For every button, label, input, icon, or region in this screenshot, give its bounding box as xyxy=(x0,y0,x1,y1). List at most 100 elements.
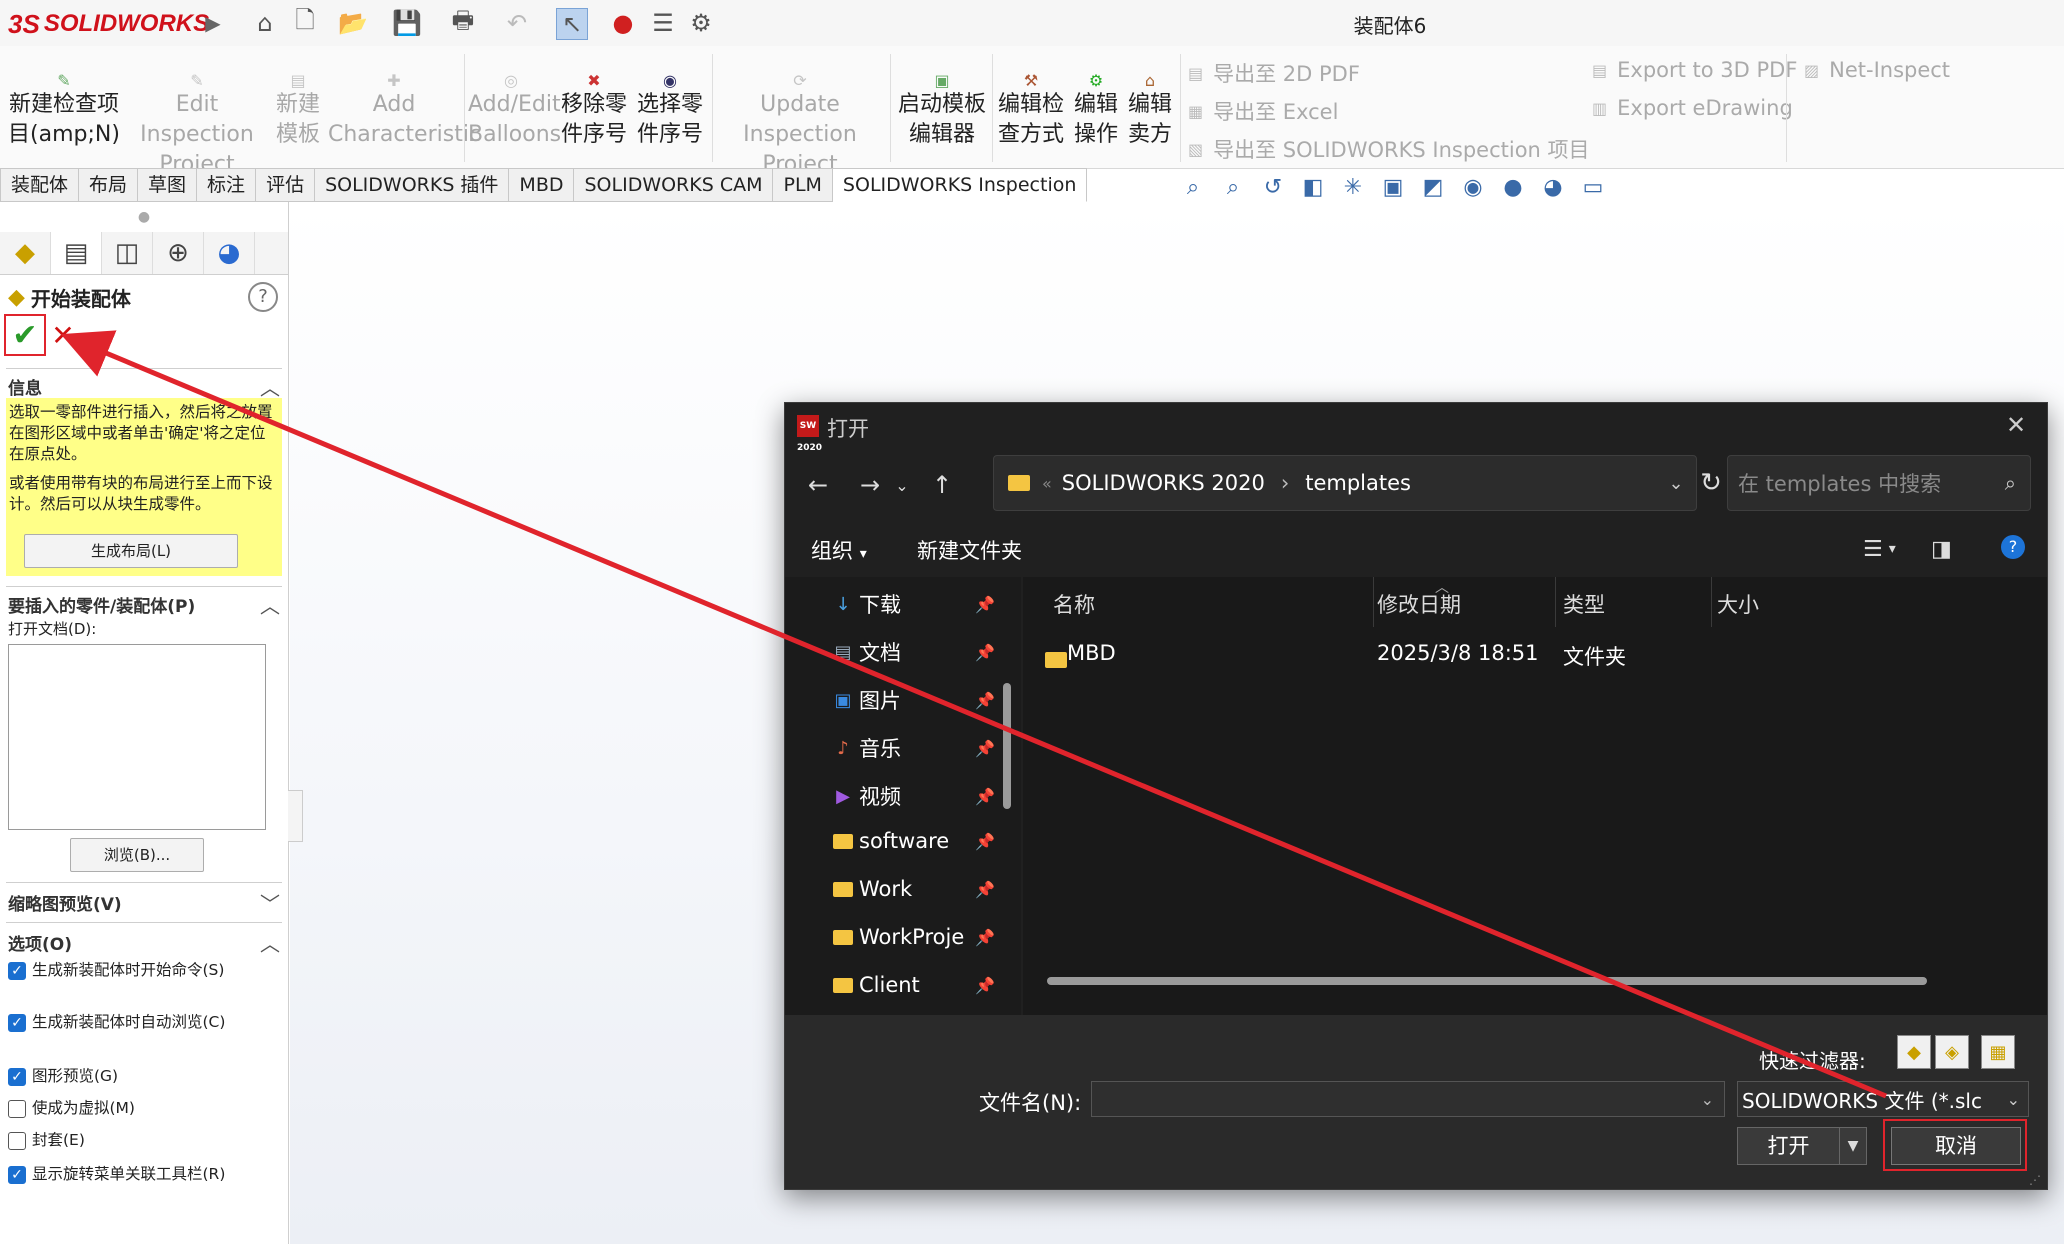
export-inspection-project-button[interactable]: ▧ 导出至 SOLIDWORKS Inspection 项目 xyxy=(1188,134,1590,164)
open-documents-list[interactable] xyxy=(8,644,266,830)
new-template-button[interactable]: ▤ 新建 模板 xyxy=(272,66,324,150)
panel-grip[interactable]: ● xyxy=(0,202,288,232)
edit-inspection-project-button[interactable]: ✎ Edit Inspection Project xyxy=(124,66,270,180)
option-envelope[interactable]: 封套(E) xyxy=(8,1130,278,1150)
save-icon[interactable]: 💾 xyxy=(392,8,422,38)
pin-icon[interactable]: ⊸ xyxy=(84,318,114,352)
breadcrumb-segment[interactable]: templates xyxy=(1305,471,1411,495)
options-section-header[interactable]: 选项(O) ︿ xyxy=(8,928,280,957)
apply-scene-icon[interactable]: ◕ xyxy=(1536,172,1570,202)
thumbnail-preview-section-header[interactable]: 缩略图预览(V) ﹀ xyxy=(8,888,280,917)
pin-icon[interactable]: 📌 xyxy=(975,643,995,662)
export-excel-button[interactable]: ▦ 导出至 Excel xyxy=(1188,96,1338,126)
tab-addins[interactable]: SOLIDWORKS 插件 xyxy=(315,168,510,202)
export-edrawing-button[interactable]: ▥ Export eDrawing xyxy=(1592,96,1793,120)
filter-assemblies-icon[interactable]: ◈ xyxy=(1935,1035,1969,1069)
nav-item-workproject[interactable]: WorkProje 📌 xyxy=(833,925,997,949)
nav-item-videos[interactable]: ▶ 视频 📌 xyxy=(833,781,997,811)
checkbox[interactable]: ✓ xyxy=(8,1014,26,1032)
add-characteristic-button[interactable]: ✚ Add Characteristic xyxy=(328,66,481,150)
edit-operation-button[interactable]: ⚙ 编辑 操作 xyxy=(1072,66,1120,150)
checkbox[interactable]: ✓ xyxy=(8,1166,26,1184)
expand-menu-icon[interactable]: ▶ xyxy=(198,8,228,38)
open-icon[interactable]: 📂 xyxy=(338,8,368,38)
open-options-dropdown-icon[interactable]: ▼ xyxy=(1839,1128,1866,1164)
pin-icon[interactable]: 📌 xyxy=(975,595,995,614)
pin-icon[interactable]: 📌 xyxy=(975,832,995,851)
dimxpert-manager-icon[interactable]: ⊕ xyxy=(153,232,204,274)
navigation-scrollbar[interactable] xyxy=(1003,683,1011,809)
up-arrow-icon[interactable]: ↑ xyxy=(925,465,959,505)
filename-input[interactable]: ⌄ xyxy=(1091,1081,1725,1117)
address-bar[interactable]: « SOLIDWORKS 2020 › templates ⌄ xyxy=(993,455,1697,511)
column-header-modified[interactable]: 修改日期 xyxy=(1377,589,1461,619)
pin-icon[interactable]: 📌 xyxy=(975,691,995,710)
traffic-light-icon[interactable]: ● xyxy=(608,8,638,38)
option-start-command[interactable]: ✓ 生成新装配体时开始命令(S) xyxy=(8,960,278,980)
edit-vendor-button[interactable]: ⌂ 编辑 卖方 xyxy=(1126,66,1174,150)
select-balloon-button[interactable]: ◉ 选择零 件序号 xyxy=(634,66,706,150)
section-view-icon[interactable]: ◧ xyxy=(1296,172,1330,202)
hide-show-items-icon[interactable]: ◉ xyxy=(1456,172,1490,202)
print-icon[interactable]: 🖶 xyxy=(448,6,478,38)
tab-plm[interactable]: PLM xyxy=(773,168,833,202)
display-style-icon[interactable]: ◩ xyxy=(1416,172,1450,202)
file-type-select[interactable]: SOLIDWORKS 文件 (*.slc ⌄ xyxy=(1737,1081,2029,1117)
breadcrumb-overflow-icon[interactable]: « xyxy=(1042,474,1052,493)
breadcrumb-segment[interactable]: SOLIDWORKS 2020 xyxy=(1062,471,1265,495)
nav-item-client[interactable]: Client 📌 xyxy=(833,973,997,997)
home-icon[interactable]: ⌂ xyxy=(250,8,280,38)
nav-item-music[interactable]: ♪ 音乐 📌 xyxy=(833,733,997,763)
nav-item-software[interactable]: software 📌 xyxy=(833,829,997,853)
table-row[interactable]: MBD 2025/3/8 18:51 文件夹 xyxy=(1023,635,2047,675)
checkbox[interactable] xyxy=(8,1132,26,1150)
zoom-to-area-icon[interactable]: ⌕ xyxy=(1216,172,1250,202)
tab-assembly[interactable]: 装配体 xyxy=(0,168,80,202)
help-icon[interactable]: ? xyxy=(248,282,278,312)
nav-item-downloads[interactable]: ↓ 下载 📌 xyxy=(833,589,997,619)
ok-checkmark-button[interactable]: ✔ xyxy=(4,314,46,356)
previous-view-icon[interactable]: ↺ xyxy=(1256,172,1290,202)
column-header-name[interactable]: 名称 xyxy=(1053,589,1095,619)
feature-manager-icon[interactable]: ◆ xyxy=(0,232,51,274)
part-assembly-section-header[interactable]: 要插入的零件/装配体(P) ︿ xyxy=(8,590,280,619)
net-inspect-button[interactable]: ▨ Net-Inspect xyxy=(1804,58,1950,82)
help-icon[interactable]: ? xyxy=(2001,535,2025,559)
recent-locations-chevron-icon[interactable]: ⌄ xyxy=(885,465,919,505)
info-section-header[interactable]: 信息 ︿ xyxy=(8,372,280,401)
export-2d-pdf-button[interactable]: ▤ 导出至 2D PDF xyxy=(1188,58,1360,88)
view-options-icon[interactable]: ☰ ▾ xyxy=(1863,533,1896,565)
configuration-manager-icon[interactable]: ◫ xyxy=(102,232,153,274)
option-auto-browse[interactable]: ✓ 生成新装配体时自动浏览(C) xyxy=(8,1012,278,1032)
collapse-chevron-icon[interactable]: ︿ xyxy=(260,590,280,619)
option-graphics-preview[interactable]: ✓ 图形预览(G) xyxy=(8,1066,278,1086)
preview-pane-icon[interactable]: ◨ xyxy=(1931,533,1952,565)
filter-drawings-icon[interactable]: ▦ xyxy=(1981,1035,2015,1069)
dynamic-annotation-icon[interactable]: ✳ xyxy=(1336,172,1370,202)
property-manager-icon[interactable]: ▤ xyxy=(51,232,102,274)
chevron-down-icon[interactable]: ⌄ xyxy=(1701,1090,1714,1109)
tab-markup[interactable]: 标注 xyxy=(197,168,257,202)
pin-icon[interactable]: 📌 xyxy=(975,787,995,806)
export-3d-pdf-button[interactable]: ▤ Export to 3D PDF xyxy=(1592,58,1797,82)
checkbox[interactable]: ✓ xyxy=(8,1068,26,1086)
new-folder-button[interactable]: 新建文件夹 xyxy=(917,535,1022,565)
tab-mbd[interactable]: MBD xyxy=(509,168,575,202)
view-settings-icon[interactable]: ▭ xyxy=(1576,172,1610,202)
option-make-virtual[interactable]: 使成为虚拟(M) xyxy=(8,1098,278,1118)
add-edit-balloons-button[interactable]: ◎ Add/Edit Balloons xyxy=(468,66,561,150)
back-arrow-icon[interactable]: ← xyxy=(801,465,835,505)
resize-grip-icon[interactable]: ⋰ xyxy=(2029,1173,2041,1187)
pin-icon[interactable]: 📌 xyxy=(975,976,995,995)
options-list-icon[interactable]: ☰ xyxy=(648,8,678,38)
nav-item-work[interactable]: Work 📌 xyxy=(833,877,997,901)
undo-icon[interactable]: ↶ xyxy=(502,8,532,38)
tab-sketch[interactable]: 草图 xyxy=(138,168,198,202)
tab-layout[interactable]: 布局 xyxy=(79,168,139,202)
close-icon[interactable]: ✕ xyxy=(1999,409,2033,441)
expand-chevron-icon[interactable]: ﹀ xyxy=(260,888,280,917)
column-header-type[interactable]: 类型 xyxy=(1563,589,1605,619)
update-inspection-project-button[interactable]: ⟳ Update Inspection Project xyxy=(714,66,886,180)
search-input[interactable]: 在 templates 中搜索 ⌕ xyxy=(1727,455,2031,511)
open-button[interactable]: 打开 ▼ xyxy=(1737,1127,1867,1165)
